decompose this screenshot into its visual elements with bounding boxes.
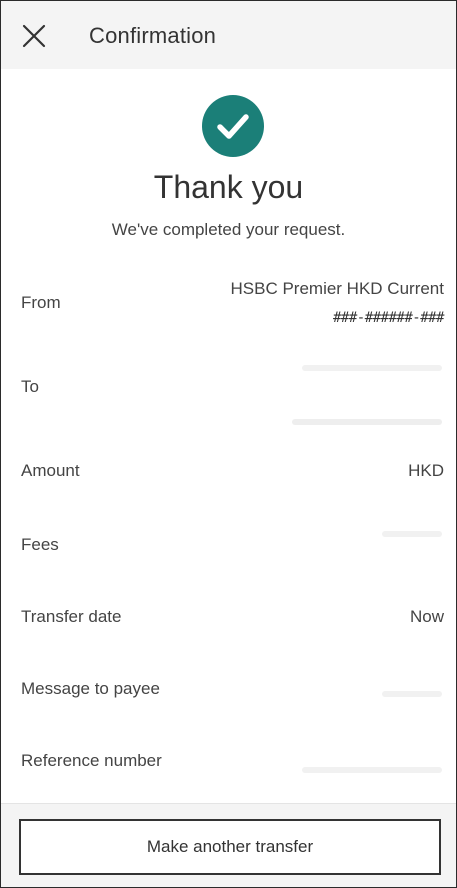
message-to-payee-redacted xyxy=(382,691,442,697)
header-bar: Confirmation xyxy=(1,1,456,69)
from-account-number: ###-######-### xyxy=(332,310,445,326)
confirmation-screen: Confirmation Thank you We've completed y… xyxy=(0,0,457,888)
success-message: We've completed your request. xyxy=(111,220,346,239)
to-label: To xyxy=(21,377,39,396)
to-value-redacted-line xyxy=(292,419,442,425)
footer-bar: Make another transfer xyxy=(1,803,456,887)
success-heading: Thank you xyxy=(153,169,304,205)
amount-label: Amount xyxy=(21,461,80,480)
from-label: From xyxy=(21,293,61,312)
reference-number-redacted xyxy=(302,767,442,773)
fees-value-redacted xyxy=(382,531,442,537)
close-icon xyxy=(22,24,46,48)
to-value-redacted xyxy=(302,365,442,371)
check-circle-icon xyxy=(202,95,264,157)
transfer-date-value: Now xyxy=(409,607,444,626)
make-another-transfer-button[interactable]: Make another transfer xyxy=(19,819,441,875)
page-title: Confirmation xyxy=(89,23,217,48)
close-button[interactable] xyxy=(17,19,51,53)
from-account-name: HSBC Premier HKD Current xyxy=(230,279,445,298)
amount-value: HKD xyxy=(408,461,444,480)
message-to-payee-label: Message to payee xyxy=(21,679,160,698)
transfer-date-label: Transfer date xyxy=(21,607,122,626)
reference-number-label: Reference number xyxy=(21,751,162,770)
fees-label: Fees xyxy=(21,535,59,554)
